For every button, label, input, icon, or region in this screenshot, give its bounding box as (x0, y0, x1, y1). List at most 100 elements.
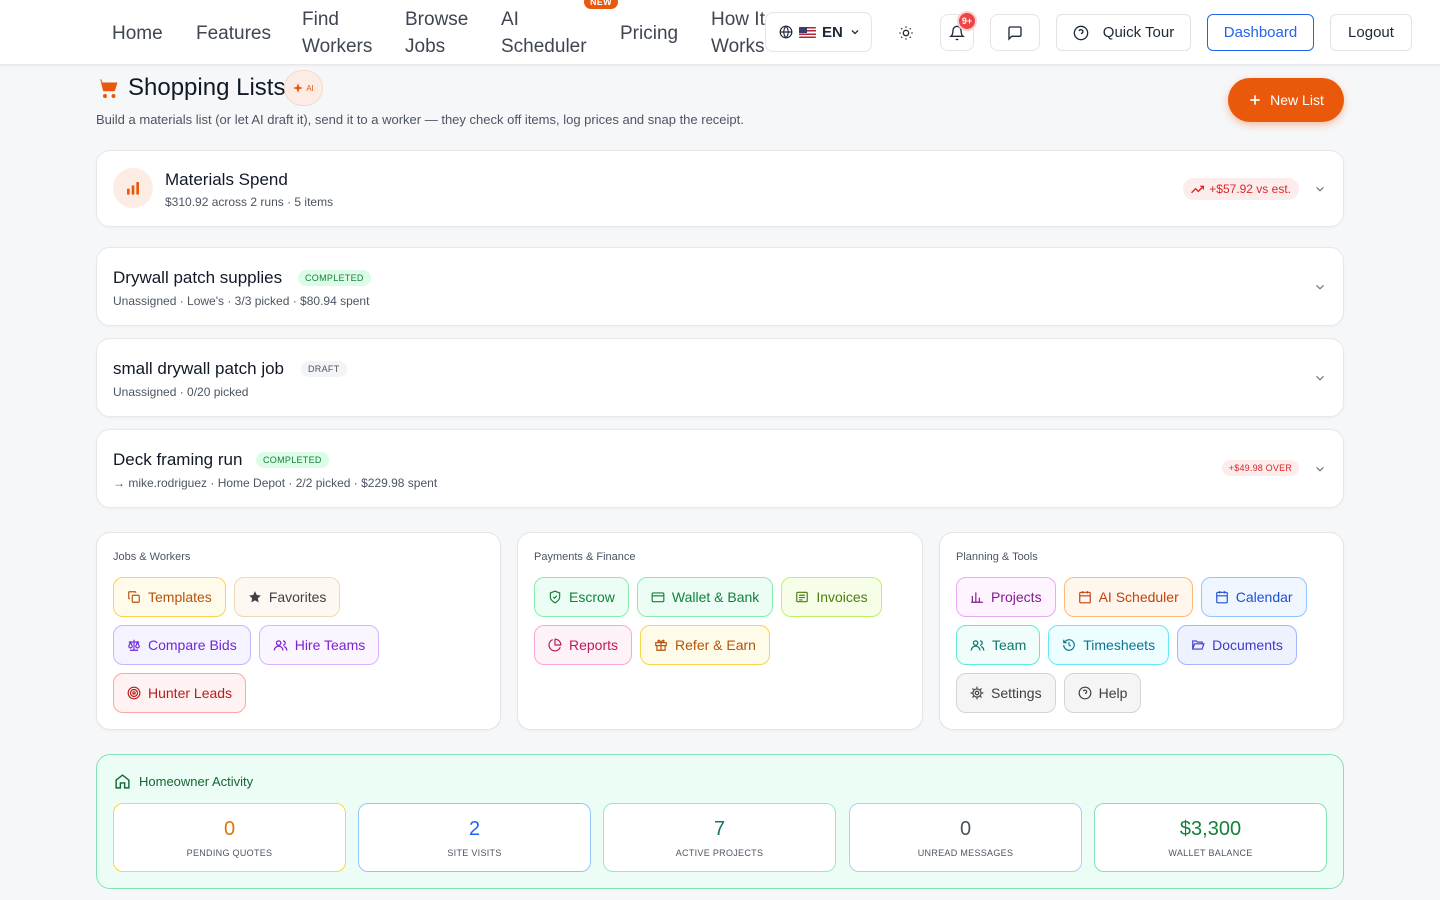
chevron-down-icon[interactable] (1313, 182, 1327, 196)
escrow-link[interactable]: Escrow (534, 577, 629, 617)
team-label: Team (992, 637, 1027, 653)
nav-ai-scheduler-line1: AI (501, 9, 519, 30)
help-circle-icon (1073, 25, 1089, 41)
templates-link[interactable]: Templates (113, 577, 226, 617)
homeowner-activity-panel: Homeowner Activity 0 PENDING QUOTES 2 SI… (96, 754, 1344, 889)
file-text-icon (795, 590, 809, 604)
spend-title: Materials Spend (165, 170, 288, 189)
nav-features[interactable]: Features (196, 20, 271, 47)
help-label: Help (1098, 685, 1128, 701)
stat-label: ACTIVE PROJECTS (675, 848, 764, 858)
projects-label: Projects (991, 589, 1042, 605)
projects-link[interactable]: Projects (956, 577, 1056, 617)
star-icon (248, 590, 262, 604)
reports-label: Reports (569, 637, 619, 653)
hire-teams-link[interactable]: Hire Teams (258, 625, 380, 665)
page-subtitle: Build a materials list (or let AI draft … (96, 112, 744, 127)
us-flag-icon (799, 26, 816, 38)
notification-count-badge: 9+ (957, 11, 977, 31)
spend-delta-badge: +$57.92 vs est. (1183, 178, 1299, 200)
templates-label: Templates (148, 589, 212, 605)
plus-icon (1248, 93, 1262, 107)
compare-bids-link[interactable]: Compare Bids (113, 625, 251, 665)
team-link[interactable]: Team (956, 625, 1041, 665)
list-item[interactable]: Deck framing run COMPLETED → mike.rodrig… (96, 429, 1344, 508)
stat-active-projects[interactable]: 7 ACTIVE PROJECTS (603, 803, 836, 872)
message-square-icon (1007, 25, 1023, 41)
favorites-link[interactable]: Favorites (233, 577, 341, 617)
reports-link[interactable]: Reports (534, 625, 633, 665)
gear-icon (970, 686, 984, 700)
documents-label: Documents (1212, 637, 1283, 653)
help-link[interactable]: Help (1063, 673, 1142, 713)
list-meta: → mike.rodriguez · Home Depot · 2/2 pick… (113, 476, 438, 490)
list-item[interactable]: Drywall patch supplies COMPLETED Unassig… (96, 247, 1344, 326)
status-badge: DRAFT (301, 361, 347, 377)
timesheets-label: Timesheets (1083, 637, 1156, 653)
materials-spend-card[interactable]: Materials Spend $310.92 across 2 runs · … (96, 150, 1344, 227)
stat-label: PENDING QUOTES (186, 848, 273, 858)
nav-ai-scheduler[interactable]: AI Scheduler (501, 6, 587, 60)
trending-up-icon (1191, 183, 1205, 196)
nav-how-it-works[interactable]: How It Works (711, 6, 765, 60)
stat-site-visits[interactable]: 2 SITE VISITS (358, 803, 591, 872)
escrow-label: Escrow (569, 589, 615, 605)
calendar-icon (1078, 590, 1092, 604)
quick-tour-button[interactable]: Quick Tour (1056, 14, 1191, 51)
settings-link[interactable]: Settings (956, 673, 1056, 713)
invoices-link[interactable]: Invoices (781, 577, 882, 617)
ai-scheduler-link[interactable]: AI Scheduler (1063, 577, 1193, 617)
panel-title: Jobs & Workers (113, 551, 191, 563)
calendar-icon (1215, 590, 1229, 604)
page-title: Shopping Lists (128, 74, 286, 101)
logout-button[interactable]: Logout (1330, 14, 1412, 51)
home-icon (114, 773, 131, 790)
over-budget-badge: +$49.98 OVER (1221, 460, 1299, 476)
nav-browse-jobs-line2: Jobs (405, 36, 446, 57)
payments-finance-panel: Payments & Finance Escrow Wallet & Bank … (517, 532, 923, 730)
chevron-down-icon[interactable] (1313, 371, 1327, 385)
new-badge: NEW (584, 0, 618, 9)
ai-badge: AI (284, 70, 323, 106)
dashboard-button[interactable]: Dashboard (1207, 14, 1314, 51)
timesheets-link[interactable]: Timesheets (1048, 625, 1170, 665)
language-code: EN (822, 23, 843, 41)
help-circle-icon (1078, 686, 1092, 700)
nav-find-workers[interactable]: Find Workers (302, 6, 372, 60)
stat-value: 2 (468, 818, 481, 840)
history-icon (1062, 638, 1076, 652)
refer-earn-link[interactable]: Refer & Earn (640, 625, 770, 665)
stat-unread-messages[interactable]: 0 UNREAD MESSAGES (849, 803, 1082, 872)
messages-button[interactable] (990, 14, 1040, 51)
nav-how-it-works-line1: How It (711, 9, 765, 30)
status-badge: COMPLETED (298, 270, 371, 286)
sun-icon (898, 25, 914, 41)
language-selector[interactable]: EN (765, 12, 872, 52)
bar-chart-icon (970, 590, 984, 604)
nav-how-it-works-line2: Works (711, 36, 765, 57)
chevron-down-icon[interactable] (1313, 280, 1327, 294)
wallet-icon (651, 590, 665, 604)
nav-find-workers-line1: Find (302, 9, 339, 30)
hunter-leads-link[interactable]: Hunter Leads (113, 673, 247, 713)
nav-pricing[interactable]: Pricing (620, 20, 678, 47)
top-navbar: Home Features Find Workers Browse Jobs A… (0, 0, 1440, 65)
documents-link[interactable]: Documents (1177, 625, 1297, 665)
list-item[interactable]: small drywall patch job DRAFT Unassigned… (96, 338, 1344, 417)
theme-toggle-button[interactable] (888, 14, 924, 51)
stat-wallet-balance[interactable]: $3,300 WALLET BALANCE (1094, 803, 1327, 872)
new-list-button[interactable]: New List (1228, 78, 1344, 122)
chevron-down-icon[interactable] (1313, 462, 1327, 476)
wallet-bank-label: Wallet & Bank (671, 589, 760, 605)
stat-value: 0 (223, 818, 236, 840)
nav-home[interactable]: Home (112, 20, 163, 47)
hire-teams-label: Hire Teams (294, 637, 366, 653)
calendar-link[interactable]: Calendar (1200, 577, 1307, 617)
bar-chart-icon (125, 180, 141, 196)
new-list-label: New List (1270, 92, 1324, 108)
nav-browse-jobs[interactable]: Browse Jobs (405, 6, 468, 60)
wallet-bank-link[interactable]: Wallet & Bank (636, 577, 774, 617)
spend-delta: +$57.92 vs est. (1209, 182, 1291, 196)
list-title: small drywall patch job (113, 359, 285, 378)
stat-pending-quotes[interactable]: 0 PENDING QUOTES (113, 803, 346, 872)
